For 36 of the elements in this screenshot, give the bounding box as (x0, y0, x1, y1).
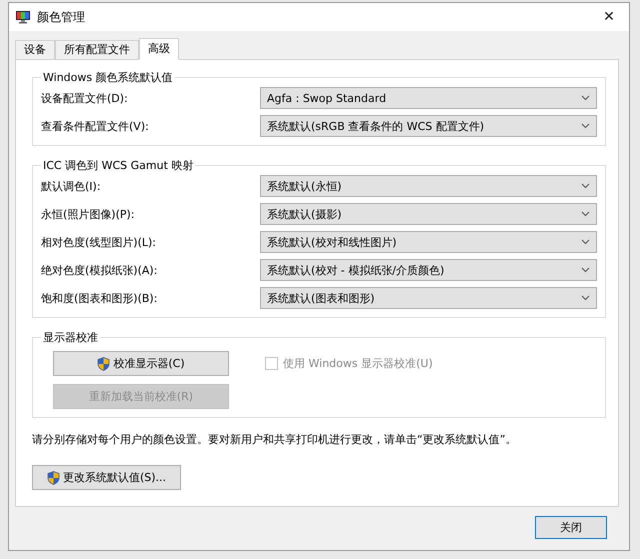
close-button[interactable]: ✕ (589, 3, 629, 31)
tab[interactable]: 设备 (15, 40, 55, 59)
tab[interactable]: 高级 (139, 38, 179, 60)
calibration-button[interactable]: 校准显示器(C) (53, 351, 229, 376)
window-title: 颜色管理 (37, 8, 86, 26)
change-defaults-button[interactable]: 更改系统默认值(S)... (32, 465, 181, 490)
chevron-down-icon (581, 211, 590, 217)
dropdown[interactable]: 系统默认(sRGB 查看条件的 WCS 配置文件) (260, 115, 597, 137)
dropdown[interactable]: Agfa : Swop Standard (260, 87, 597, 109)
dropdown[interactable]: 系统默认(图表和图形) (260, 287, 597, 309)
close-dialog-button[interactable]: 关闭 (535, 516, 607, 538)
shield-icon (46, 470, 60, 484)
field-label: 绝对色度(模拟纸张)(A): (41, 262, 158, 278)
chevron-down-icon (581, 267, 590, 273)
info-text: 请分别存储对每个用户的颜色设置。要对新用户和共享打印机进行更改，请单击“更改系统默认值”。 (32, 432, 518, 447)
chevron-down-icon (581, 239, 590, 245)
chevron-down-icon (581, 95, 590, 101)
dropdown[interactable]: 系统默认(校对和线性图片) (260, 231, 597, 253)
field-label: 查看条件配置文件(V): (41, 118, 150, 134)
group-title: Windows 颜色系统默认值 (42, 70, 174, 85)
dropdown[interactable]: 系统默认(摄影) (260, 203, 597, 225)
group-title: 显示器校准 (42, 330, 99, 345)
field-label: 默认调色(I): (41, 178, 102, 194)
field-label: 永恒(照片图像)(P): (41, 206, 136, 222)
chevron-down-icon (581, 295, 590, 301)
chevron-down-icon (581, 183, 590, 189)
chevron-down-icon (581, 123, 590, 129)
shield-icon (97, 356, 110, 370)
dropdown[interactable]: 系统默认(校对 - 模拟纸张/介质颜色) (260, 259, 597, 281)
field-label: 相对色度(线型图片)(L): (41, 234, 158, 250)
field-label: 饱和度(图表和图形)(B): (41, 290, 158, 306)
field-label: 设备配置文件(D): (41, 90, 129, 106)
monitor-icon (15, 10, 31, 24)
tab[interactable]: 所有配置文件 (55, 40, 139, 59)
group-title: ICC 调色到 WCS Gamut 映射 (42, 158, 194, 173)
dropdown[interactable]: 系统默认(永恒) (260, 175, 597, 197)
